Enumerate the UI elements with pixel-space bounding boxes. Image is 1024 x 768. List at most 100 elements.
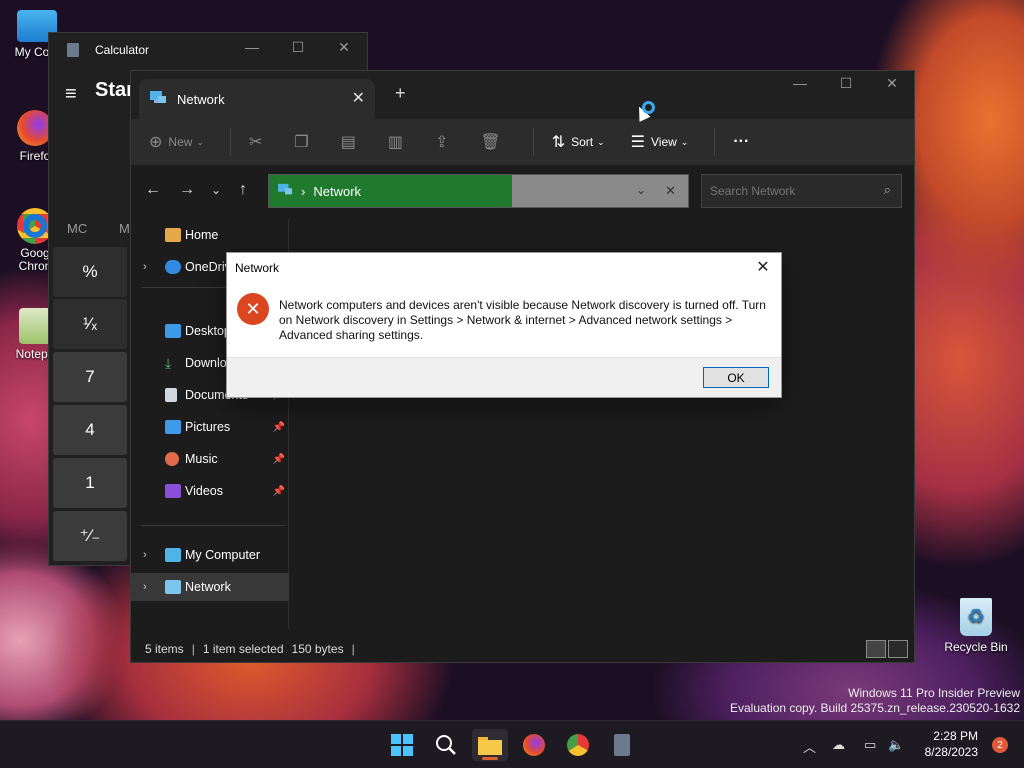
four-key[interactable]: 4 <box>53 405 127 455</box>
tab-label: Network <box>177 91 225 107</box>
network-discovery-dialog: Network ✕ ✕ Network computers and device… <box>226 252 782 398</box>
address-dropdown-icon[interactable]: ⌄ <box>636 183 646 197</box>
taskbar-chrome[interactable] <box>560 729 596 761</box>
start-button[interactable] <box>384 729 420 761</box>
status-separator: | <box>351 642 355 656</box>
chevron-down-icon: ⌄ <box>680 136 689 147</box>
search-input[interactable] <box>710 184 870 198</box>
close-button[interactable]: ✕ <box>321 39 367 56</box>
status-separator: | <box>191 642 195 656</box>
network-icon <box>165 580 181 594</box>
desktop-icon-recycle-bin[interactable]: ♻ Recycle Bin <box>942 598 1010 654</box>
nav-item-pictures[interactable]: Pictures 📌 <box>131 413 289 441</box>
seven-key[interactable]: 7 <box>53 352 127 402</box>
maximize-button[interactable]: ☐ <box>823 75 869 92</box>
expand-chevron-icon[interactable]: › <box>143 549 147 561</box>
memory-recall-button[interactable]: M <box>119 221 130 236</box>
search-button[interactable] <box>428 729 464 761</box>
nav-item-videos[interactable]: Videos 📌 <box>131 477 289 505</box>
status-item-count: 5 items <box>145 642 184 656</box>
rename-button[interactable]: ▥ <box>388 132 409 152</box>
see-more-button[interactable]: ··· <box>733 133 749 151</box>
copy-button[interactable]: ❐ <box>294 132 314 152</box>
chevron-down-icon: ⌄ <box>196 136 204 147</box>
back-arrow-icon[interactable]: ← <box>145 181 161 199</box>
up-arrow-icon[interactable]: ↑ <box>239 181 247 199</box>
nav-item-label: Videos <box>185 484 223 498</box>
plus-circle-icon: ⊕ <box>149 134 163 151</box>
chevron-down-icon: ⌄ <box>597 136 605 147</box>
recycle-bin-icon: ♻ <box>960 598 992 636</box>
nav-item-home[interactable]: Home <box>131 221 289 249</box>
sort-label: Sort <box>571 135 594 149</box>
nav-item-network[interactable]: › Network <box>131 573 289 601</box>
delete-button[interactable]: 🗑 <box>480 132 506 152</box>
minimize-button[interactable]: — <box>777 75 823 91</box>
address-bar[interactable]: › Network ⌄ ✕ <box>268 174 689 208</box>
onedrive-offline-icon[interactable]: ☁ <box>832 737 845 753</box>
sort-icon: ⇅ <box>551 134 566 151</box>
new-tab-button[interactable]: + <box>395 83 406 104</box>
nav-divider <box>141 525 285 526</box>
large-icons-view-button[interactable] <box>888 640 908 658</box>
search-icon[interactable]: ⌕ <box>884 182 891 198</box>
dialog-footer: OK <box>227 357 781 397</box>
tab-close-icon[interactable]: ✕ <box>352 88 365 108</box>
maximize-button[interactable]: ☐ <box>275 39 321 56</box>
taskbar-clock[interactable]: 2:28 PM 8/28/2023 <box>925 728 978 760</box>
sort-button[interactable]: ⇅ Sort ⌄ <box>552 132 605 152</box>
memory-clear-button[interactable]: MC <box>67 221 87 236</box>
share-button[interactable]: ⇪ <box>435 132 454 152</box>
music-icon <box>165 452 179 466</box>
breadcrumb-chevron-icon: › <box>301 183 306 199</box>
notification-badge[interactable]: 2 <box>992 737 1008 753</box>
forward-arrow-icon[interactable]: → <box>179 181 195 199</box>
expand-chevron-icon[interactable]: › <box>143 581 147 593</box>
desktop-icon <box>165 324 181 338</box>
taskbar: ︿ ☁ ▭ 🔈 2:28 PM 8/28/2023 2 <box>0 720 1024 768</box>
ok-button[interactable]: OK <box>703 367 769 388</box>
cut-button[interactable]: ✂ <box>249 132 268 152</box>
clock-time: 2:28 PM <box>933 729 978 743</box>
minimize-button[interactable]: — <box>229 39 275 55</box>
hamburger-menu-icon[interactable]: ≡ <box>65 83 77 106</box>
stop-loading-icon[interactable]: ✕ <box>665 183 676 199</box>
percent-key[interactable]: % <box>53 247 127 297</box>
notepad-icon <box>19 308 51 344</box>
tab-network[interactable]: Network ✕ <box>139 79 375 119</box>
paste-button[interactable]: ▤ <box>341 132 362 152</box>
new-label: New <box>168 135 193 149</box>
details-view-button[interactable] <box>866 640 886 658</box>
view-button[interactable]: ☰ View ⌄ <box>631 132 689 152</box>
reciprocal-key[interactable]: ¹⁄ₓ <box>53 299 127 349</box>
taskbar-firefox[interactable] <box>516 729 552 761</box>
taskbar-file-explorer[interactable] <box>472 729 508 761</box>
toolbar-divider <box>532 128 534 156</box>
show-hidden-icons-chevron-icon[interactable]: ︿ <box>803 737 816 756</box>
nav-item-label: Home <box>185 228 219 242</box>
recent-locations-chevron-icon[interactable]: ⌄ <box>211 183 221 197</box>
negate-key[interactable]: ⁺⁄₋ <box>53 511 127 561</box>
calculator-mode-title: Star <box>95 79 134 101</box>
nav-item-my-computer[interactable]: › My Computer <box>131 541 289 569</box>
calculator-icon <box>67 43 79 57</box>
windows-logo-icon <box>391 734 413 756</box>
dialog-close-icon[interactable]: ✕ <box>753 257 773 277</box>
trash-icon: 🗑 <box>480 134 501 151</box>
breadcrumb-network[interactable]: Network <box>313 184 361 199</box>
one-key[interactable]: 1 <box>53 458 127 508</box>
address-row: ← → ⌄ ↑ › Network ⌄ ✕ ⌕ <box>131 165 914 219</box>
clipboard-icon: ▤ <box>340 134 356 151</box>
close-button[interactable]: ✕ <box>869 75 915 92</box>
volume-icon[interactable]: 🔈 <box>888 737 904 753</box>
search-box[interactable]: ⌕ <box>701 174 902 208</box>
taskbar-calculator[interactable] <box>604 729 640 761</box>
document-icon <box>165 388 177 402</box>
nav-item-label: Desktop <box>185 324 231 338</box>
view-list-icon: ☰ <box>630 134 645 151</box>
expand-chevron-icon[interactable]: › <box>143 261 147 273</box>
new-button[interactable]: ⊕ New ⌄ <box>149 132 204 152</box>
nav-item-label: Pictures <box>185 420 231 434</box>
nav-item-music[interactable]: Music 📌 <box>131 445 289 473</box>
network-status-icon[interactable]: ▭ <box>864 737 876 753</box>
